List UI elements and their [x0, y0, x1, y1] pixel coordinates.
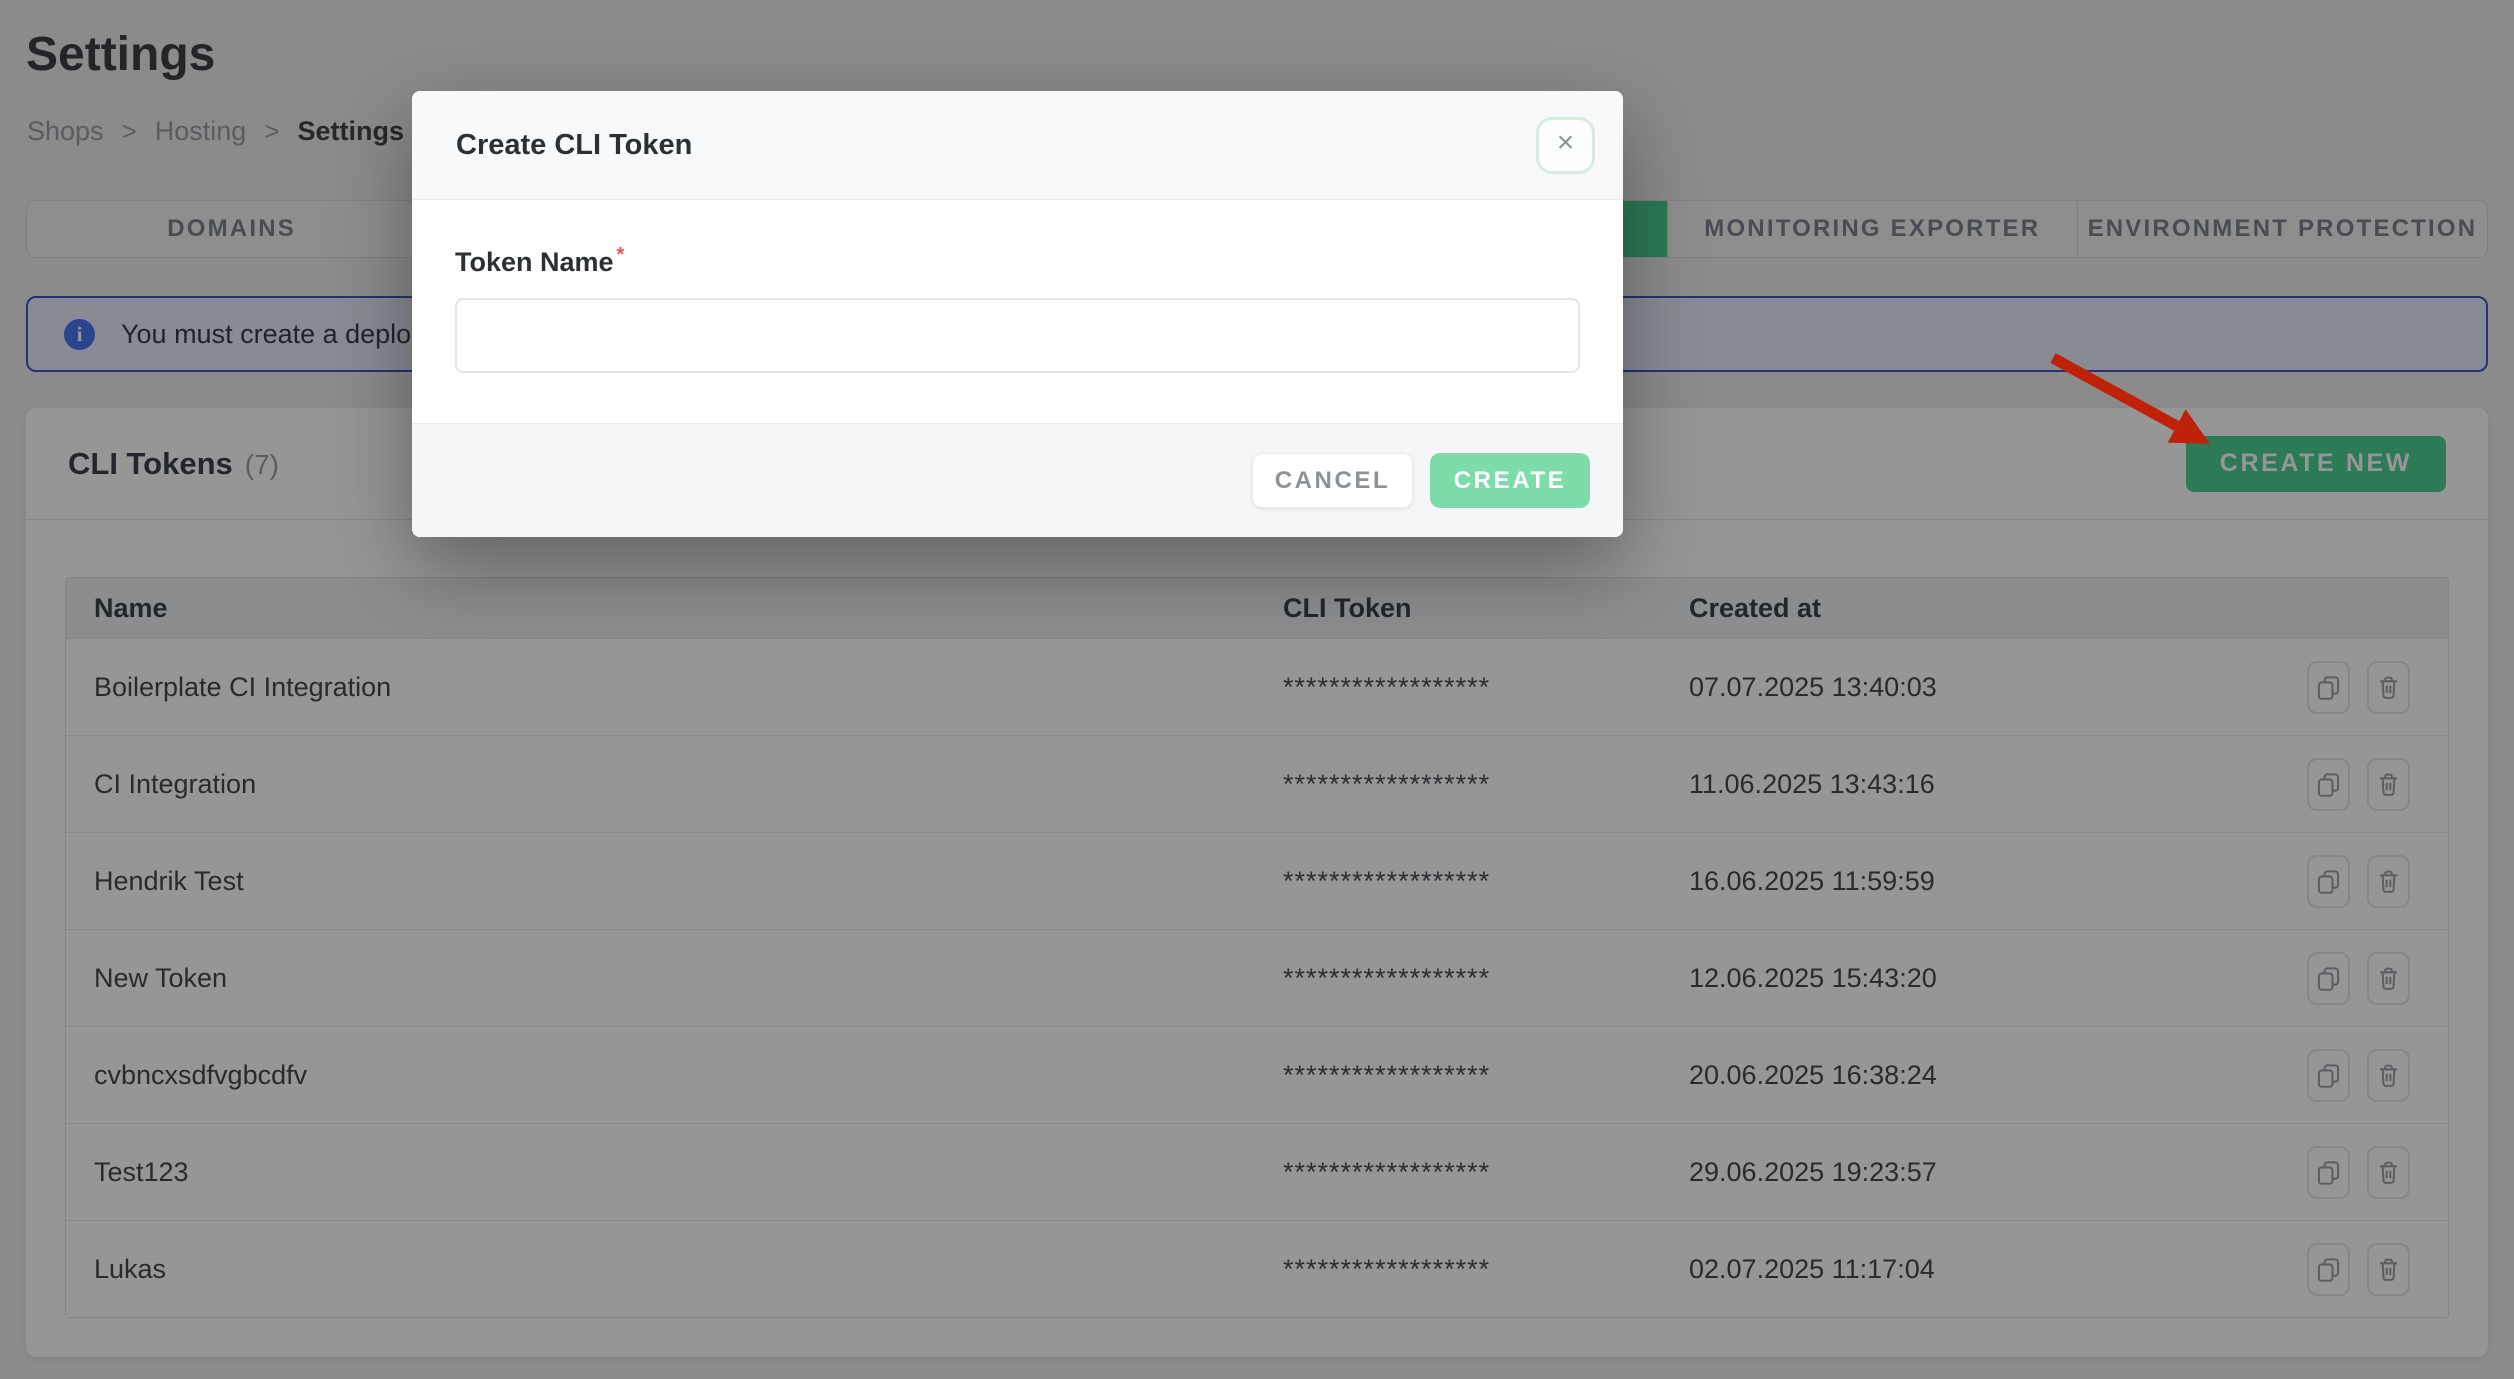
dialog-header: Create CLI Token × — [412, 91, 1623, 200]
dialog-title: Create CLI Token — [456, 129, 692, 162]
token-name-input[interactable] — [455, 298, 1580, 373]
dialog-body: Token Name* — [412, 200, 1623, 423]
create-button[interactable]: CREATE — [1430, 453, 1590, 508]
cancel-button[interactable]: CANCEL — [1252, 453, 1413, 508]
create-cli-token-dialog: Create CLI Token × Token Name* CANCEL CR… — [412, 91, 1623, 537]
close-button[interactable]: × — [1536, 117, 1595, 174]
dialog-footer: CANCEL CREATE — [412, 423, 1623, 537]
token-name-label: Token Name* — [455, 247, 624, 277]
required-asterisk: * — [617, 244, 625, 266]
close-icon: × — [1557, 128, 1575, 158]
